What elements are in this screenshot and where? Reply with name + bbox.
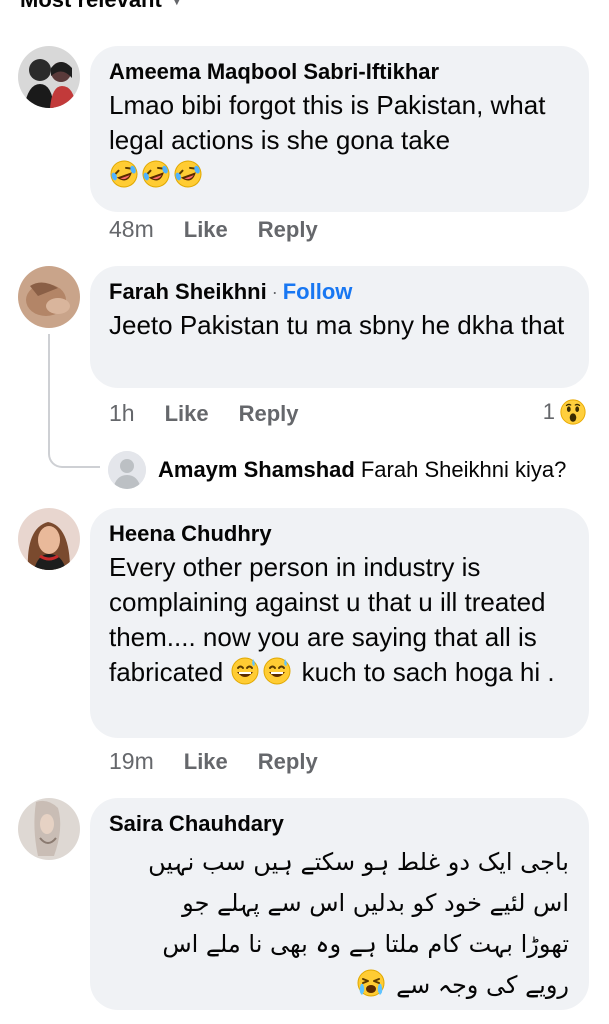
- chevron-down-icon: ▼: [169, 0, 184, 8]
- rofl-emoji: [109, 159, 139, 189]
- comment-bubble: Heena Chudhry Every other person in indu…: [90, 508, 589, 738]
- avatar[interactable]: [18, 46, 80, 108]
- comment-author[interactable]: Saira Chauhdary: [109, 810, 569, 838]
- comment-bubble: Saira Chauhdary باجی ایک دو غلط ہو سکتے …: [90, 798, 589, 1010]
- comment-author[interactable]: Ameema Maqbool Sabri-Iftikhar: [109, 58, 569, 86]
- thread-line: [48, 334, 50, 438]
- crying-emoji: [356, 968, 386, 998]
- sweat-smile-emoji: [262, 656, 292, 686]
- comment-author[interactable]: Farah Sheikhni: [109, 278, 267, 306]
- comment-bubble: Ameema Maqbool Sabri-Iftikhar Lmao bibi …: [90, 46, 589, 212]
- like-button[interactable]: Like: [184, 217, 228, 243]
- comment-actions: 1h Like Reply: [109, 400, 299, 427]
- comment-text: Lmao bibi forgot this is Pakistan, what …: [109, 88, 569, 193]
- avatar[interactable]: [18, 266, 80, 328]
- reaction-count: 1: [542, 399, 555, 424]
- comment-timestamp[interactable]: 1h: [109, 400, 135, 427]
- comment-actions: 48m Like Reply: [109, 216, 318, 243]
- avatar[interactable]: [18, 798, 80, 860]
- reply-author[interactable]: Amaym Shamshad: [158, 457, 355, 482]
- comment-bubble: Farah Sheikhni · Follow Jeeto Pakistan t…: [90, 266, 589, 388]
- reply-preview[interactable]: Amaym Shamshad Farah Sheikhni kiya?: [108, 450, 566, 490]
- comment-actions: 19m Like Reply: [109, 748, 318, 775]
- reply-content: Farah Sheikhni kiya?: [360, 457, 567, 482]
- comment-timestamp[interactable]: 48m: [109, 216, 154, 243]
- avatar[interactable]: [108, 451, 146, 489]
- reply-button[interactable]: Reply: [239, 401, 299, 427]
- follow-button[interactable]: Follow: [283, 278, 353, 306]
- sweat-smile-emoji: [230, 656, 260, 686]
- comment-text: Every other person in industry is compla…: [109, 552, 555, 687]
- rofl-emoji: [141, 159, 171, 189]
- reply-button[interactable]: Reply: [258, 217, 318, 243]
- comment-author-row: Farah Sheikhni · Follow: [109, 278, 569, 306]
- rofl-emoji: [173, 159, 203, 189]
- comment-text: Jeeto Pakistan tu ma sbny he dkha that: [109, 310, 565, 340]
- comment-author[interactable]: Heena Chudhry: [109, 520, 569, 548]
- like-button[interactable]: Like: [184, 749, 228, 775]
- sort-label: Most relevant: [20, 0, 162, 13]
- comment-text: باجی ایک دو غلط ہو سکتے ہیں سب نہیں اس ل…: [148, 848, 569, 999]
- avatar[interactable]: [18, 508, 80, 570]
- like-button[interactable]: Like: [165, 401, 209, 427]
- sort-selector[interactable]: Most relevant ▼: [20, 0, 184, 14]
- thread-connector: [48, 436, 100, 468]
- wow-reaction-icon: [559, 398, 587, 426]
- reply-button[interactable]: Reply: [258, 749, 318, 775]
- reply-text: Amaym Shamshad Farah Sheikhni kiya?: [158, 457, 566, 483]
- reaction-summary[interactable]: 1: [543, 398, 589, 426]
- separator-dot: ·: [271, 282, 278, 302]
- comment-timestamp[interactable]: 19m: [109, 748, 154, 775]
